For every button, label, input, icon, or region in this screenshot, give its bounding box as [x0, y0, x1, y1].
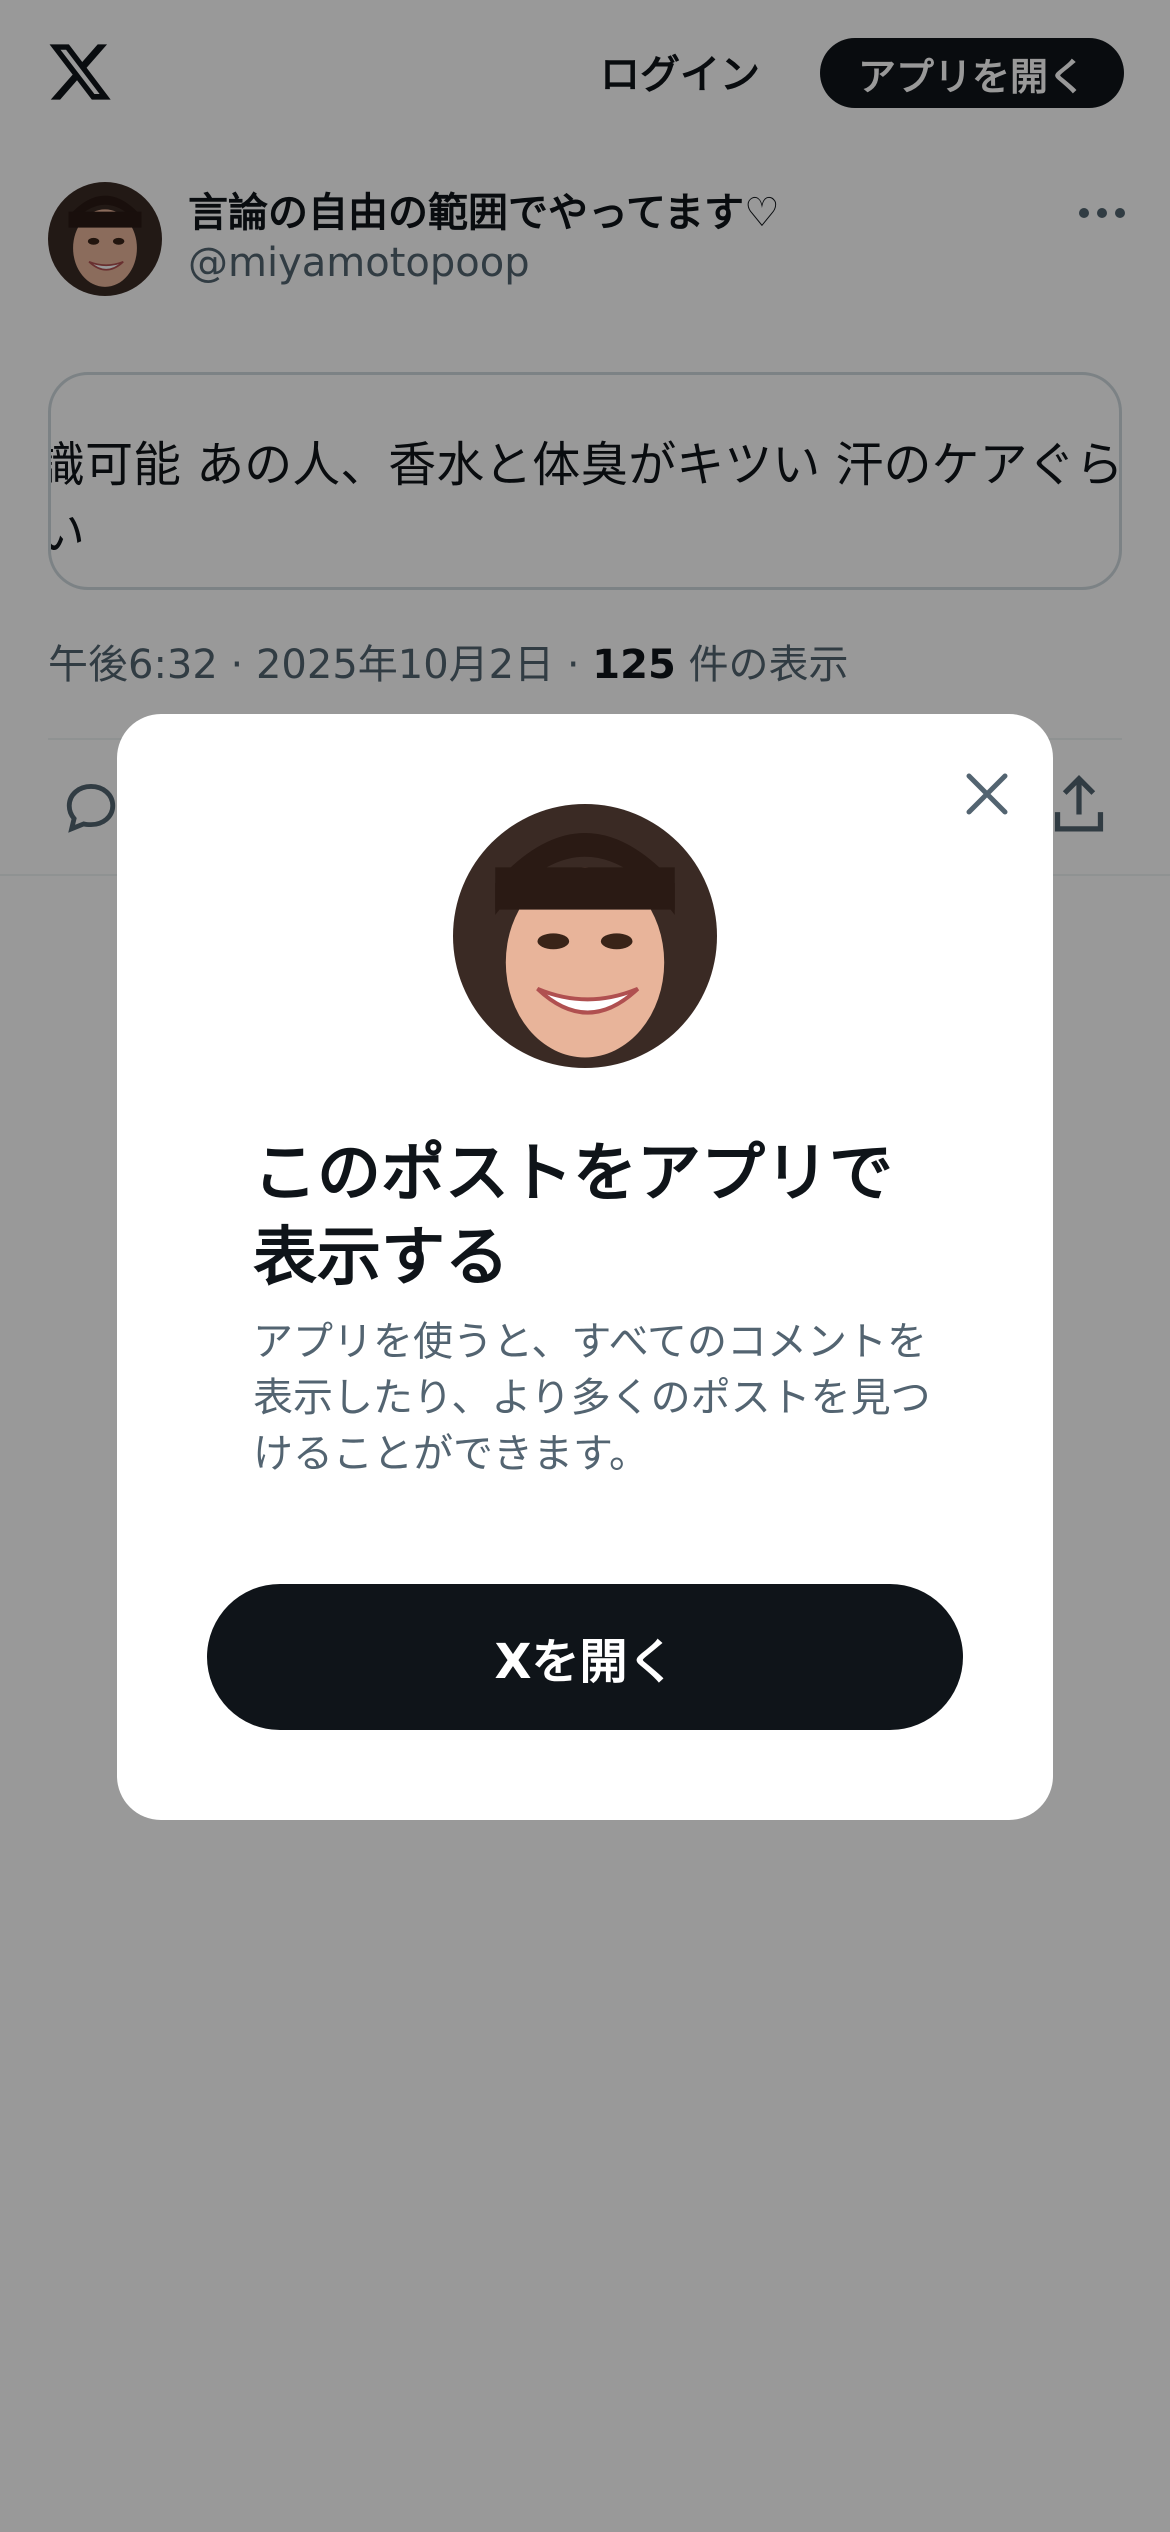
open-in-app-dialog: このポストをアプリで表示する アプリを使うと、すべてのコメントを表示したり、より… — [117, 714, 1053, 1820]
open-x-button[interactable]: Xを開く — [207, 1584, 963, 1730]
dialog-description: アプリを使うと、すべてのコメントを表示したり、より多くのポストを見つけることがで… — [253, 1319, 931, 1477]
dialog-title: このポストをアプリで表示する — [253, 1137, 893, 1295]
avatar — [453, 804, 717, 1068]
close-icon[interactable] — [957, 764, 1017, 824]
